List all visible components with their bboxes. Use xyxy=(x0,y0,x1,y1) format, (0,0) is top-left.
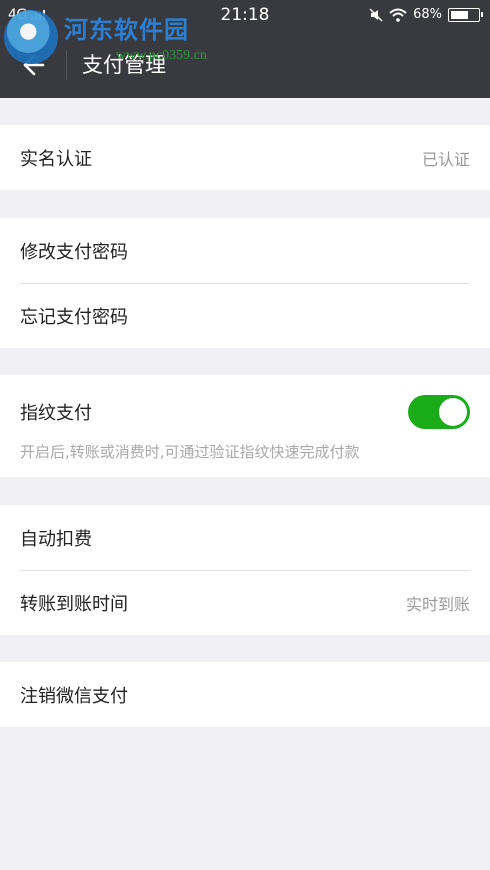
watermark-logo-icon xyxy=(4,10,58,64)
cancel-wechat-pay-row[interactable]: 注销微信支付 xyxy=(0,662,490,727)
fingerprint-label: 指纹支付 xyxy=(20,403,92,424)
watermark-name: 河东软件园 xyxy=(64,15,189,44)
fingerprint-toggle[interactable] xyxy=(408,395,470,429)
toggle-knob xyxy=(439,398,467,426)
transfer-time-row[interactable]: 转账到账时间 实时到账 xyxy=(0,570,490,635)
battery-fill xyxy=(451,10,468,19)
change-password-label: 修改支付密码 xyxy=(20,241,128,263)
fingerprint-row: 指纹支付 开启后,转账或消费时,可通过验证指纹快速完成付款 xyxy=(0,375,490,477)
watermark: 河东软件园 www.pc0359.cn xyxy=(4,10,207,64)
fingerprint-description: 开启后,转账或消费时,可通过验证指纹快速完成付款 xyxy=(20,443,360,461)
wifi-icon xyxy=(389,8,407,22)
battery-icon xyxy=(448,7,483,22)
change-password-row[interactable]: 修改支付密码 xyxy=(0,218,490,283)
real-name-group: 实名认证 已认证 xyxy=(0,125,490,190)
real-name-label: 实名认证 xyxy=(20,148,92,170)
transfer-time-value: 实时到账 xyxy=(405,594,470,614)
fingerprint-group: 指纹支付 开启后,转账或消费时,可通过验证指纹快速完成付款 xyxy=(0,375,490,477)
forgot-password-label: 忘记支付密码 xyxy=(20,306,128,328)
password-group: 修改支付密码 忘记支付密码 xyxy=(0,218,490,348)
mute-icon xyxy=(369,7,383,22)
cancel-group: 注销微信支付 xyxy=(0,662,490,727)
forgot-password-row[interactable]: 忘记支付密码 xyxy=(0,283,490,348)
watermark-text: 河东软件园 www.pc0359.cn xyxy=(64,10,207,64)
transfer-time-label: 转账到账时间 xyxy=(20,593,128,615)
watermark-url: www.pc0359.cn xyxy=(116,48,207,63)
auto-deduct-label: 自动扣费 xyxy=(20,528,92,550)
cancel-wechat-pay-label: 注销微信支付 xyxy=(20,685,128,707)
auto-deduct-row[interactable]: 自动扣费 xyxy=(0,505,490,570)
real-name-row[interactable]: 实名认证 已认证 xyxy=(0,125,490,190)
real-name-status: 已认证 xyxy=(421,149,470,169)
status-icons: 68% xyxy=(369,7,483,22)
battery-percent: 68% xyxy=(413,7,442,22)
auto-group: 自动扣费 转账到账时间 实时到账 xyxy=(0,505,490,635)
